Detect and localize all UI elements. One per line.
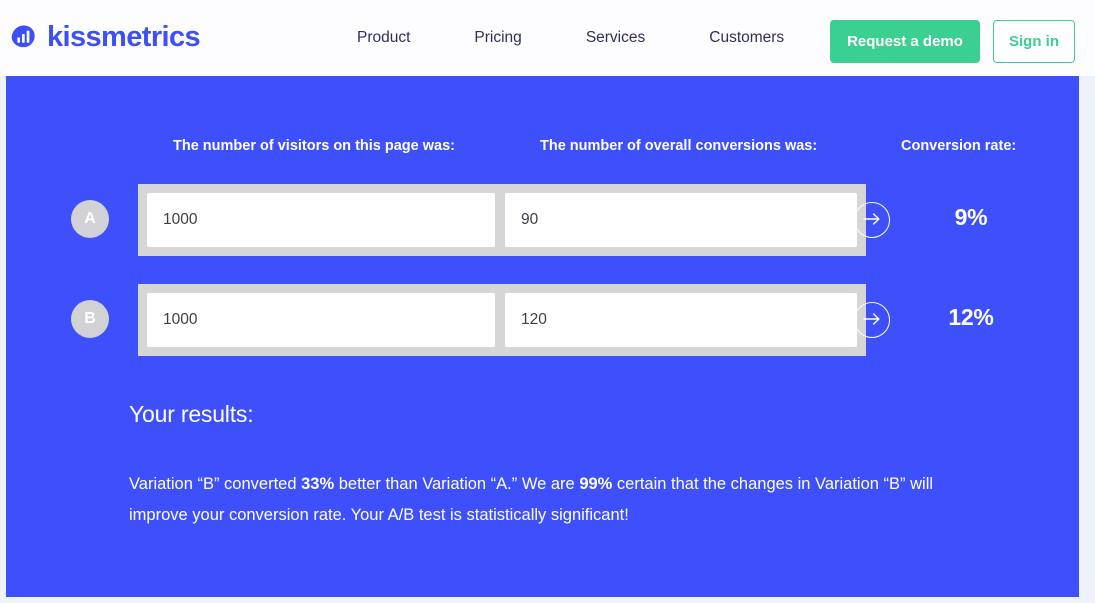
arrow-right-icon [863,312,881,329]
conversion-rate-a: 9% [906,204,1036,231]
variation-badge-a: A [71,200,109,238]
nav-item-customers[interactable]: Customers [709,29,784,47]
ab-test-calculator-panel: The number of visitors on this page was:… [6,76,1079,597]
nav-item-product[interactable]: Product [357,29,410,47]
input-group-a [138,184,866,256]
column-header-rate: Conversion rate: [901,138,1016,154]
conversions-input-a[interactable] [505,193,857,247]
sign-in-button[interactable]: Sign in [993,20,1075,63]
conversion-rate-b: 12% [906,304,1036,331]
results-text-2: better than Variation “A.” We are [334,475,579,493]
results-lift-value: 33% [301,475,334,493]
nav-item-pricing[interactable]: Pricing [474,29,521,47]
column-header-visitors: The number of visitors on this page was: [173,138,455,154]
brand-name: kissmetrics [47,23,200,52]
site-header: kissmetrics Product Pricing Services Cus… [0,0,1095,76]
cloud-bar-chart-icon [10,23,38,51]
results-confidence-value: 99% [579,475,612,493]
visitors-input-a[interactable] [147,193,495,247]
calculate-button-b[interactable] [854,302,890,338]
variation-row-b: B 12% [6,284,1079,356]
calculate-button-a[interactable] [854,202,890,238]
variation-row-a: A 9% [6,184,1079,256]
nav-item-services[interactable]: Services [586,29,645,47]
arrow-right-icon [863,212,881,229]
brand-logo[interactable]: kissmetrics [10,22,200,51]
input-group-b [138,284,866,356]
main-navigation: Product Pricing Services Customers Blog [357,0,879,76]
variation-badge-b: B [71,300,109,338]
conversions-input-b[interactable] [505,293,857,347]
column-headers: The number of visitors on this page was:… [6,138,1079,160]
page-root: kissmetrics Product Pricing Services Cus… [0,0,1095,603]
results-summary: Variation “B” converted 33% better than … [129,469,979,531]
column-header-conversions: The number of overall conversions was: [540,138,817,154]
results-heading: Your results: [129,401,253,428]
request-demo-button[interactable]: Request a demo [830,20,980,63]
visitors-input-b[interactable] [147,293,495,347]
results-text-1: Variation “B” converted [129,475,301,493]
